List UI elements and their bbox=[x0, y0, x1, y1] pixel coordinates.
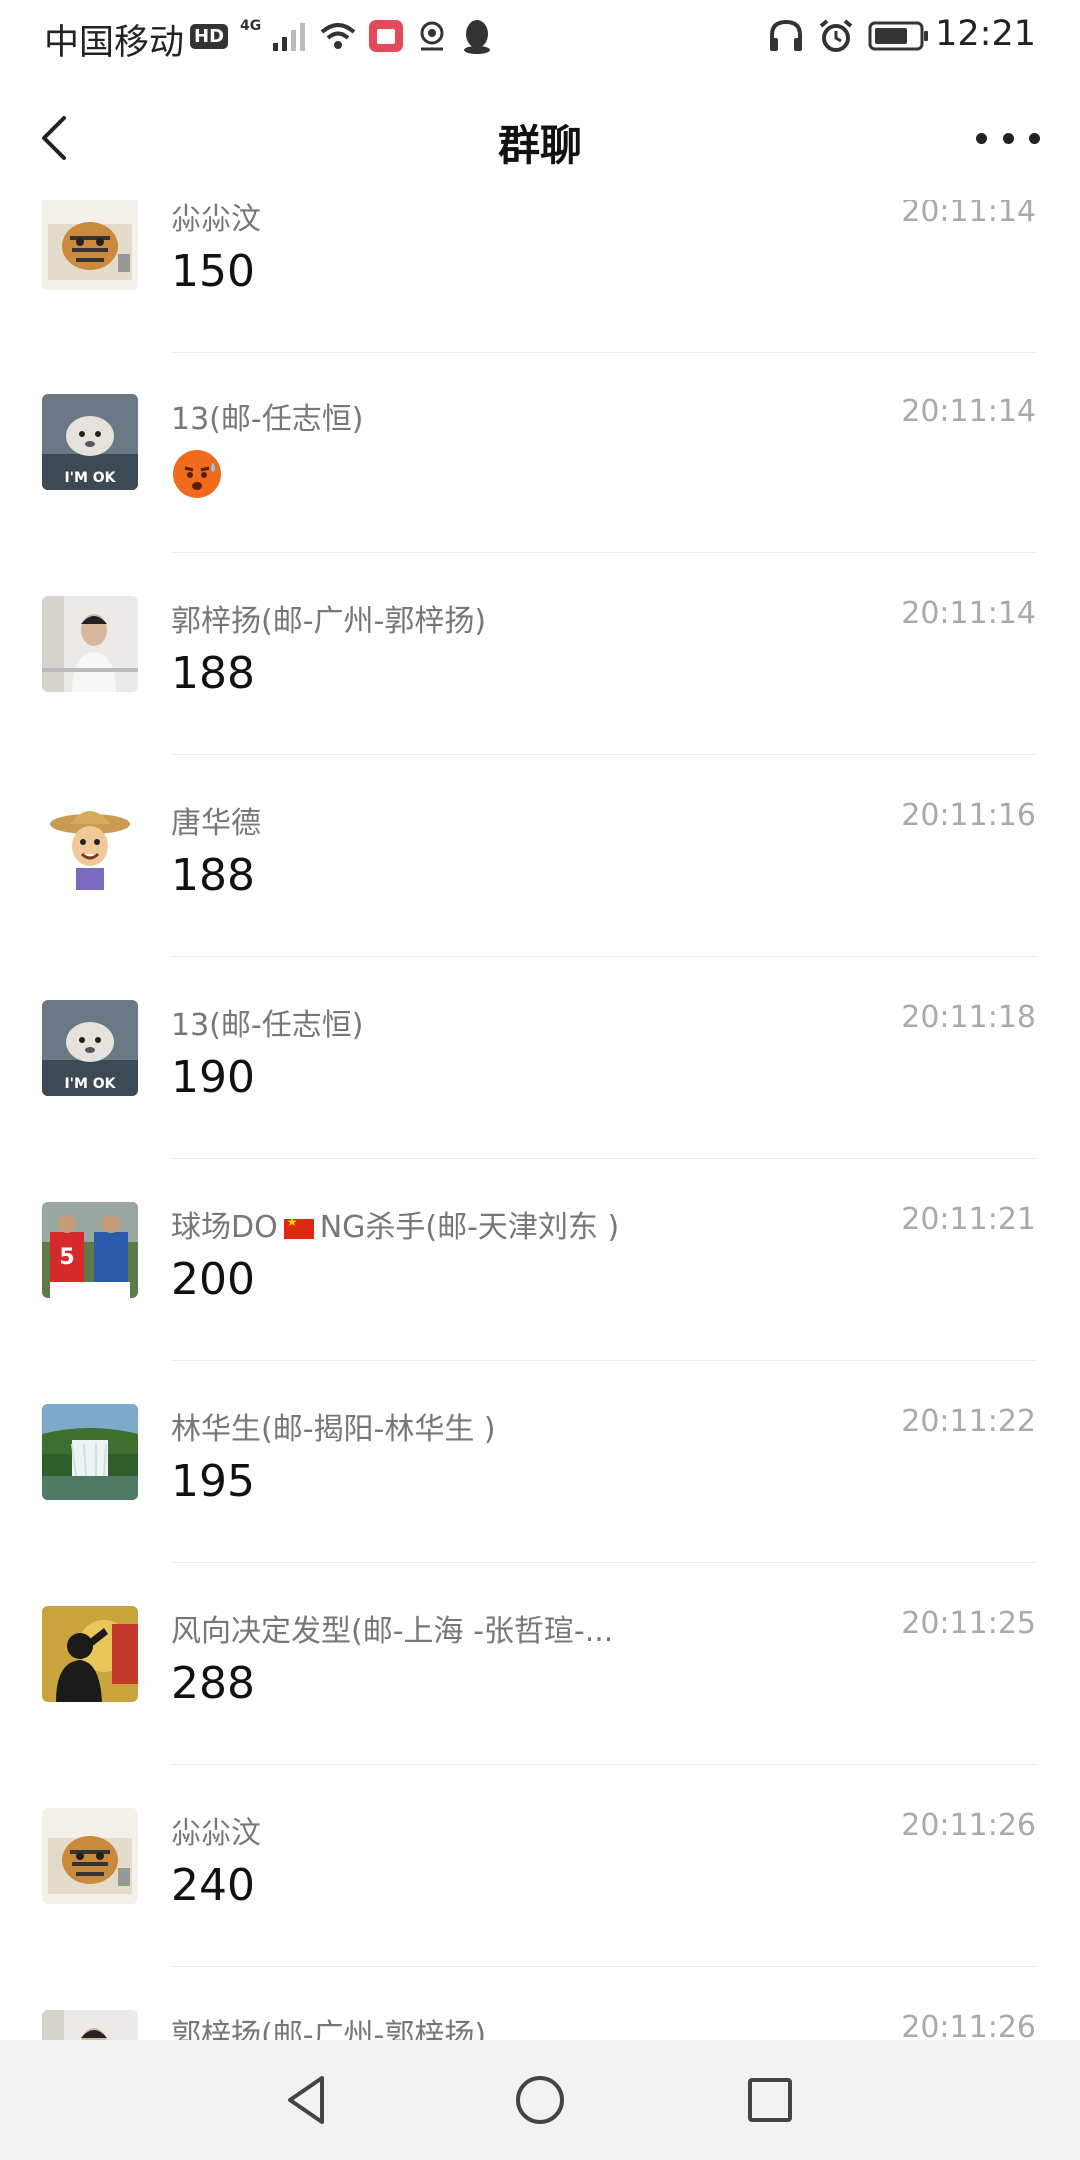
list-item[interactable]: 尛尛汶 20:11:26 240 bbox=[0, 1808, 1080, 2010]
message-text: 150 bbox=[171, 246, 255, 297]
message-time: 20:11:21 bbox=[901, 1202, 1036, 1237]
app-notification-icon bbox=[369, 20, 404, 52]
divider bbox=[171, 1158, 1036, 1159]
sender-name: 尛尛汶 bbox=[171, 202, 261, 237]
message-text: 288 bbox=[171, 1658, 255, 1709]
list-item[interactable]: 郭梓扬(邮-广州-郭梓扬) 20:11:26 bbox=[0, 2010, 1080, 2040]
headphones-icon bbox=[770, 19, 802, 51]
message-text: 195 bbox=[171, 1456, 255, 1507]
sender-name: 郭梓扬(邮-广州-郭梓扬) bbox=[171, 2018, 487, 2040]
tiger-avatar[interactable] bbox=[42, 200, 138, 290]
tiger-avatar[interactable] bbox=[42, 1808, 138, 1904]
sender-name-prefix: 球场DO bbox=[171, 1210, 278, 1245]
list-item[interactable]: 尛尛汶 20:11:14 150 bbox=[0, 200, 1080, 396]
china-flag-icon bbox=[283, 1215, 314, 1239]
clock: 12:21 bbox=[935, 14, 1036, 54]
seal-im-ok-avatar[interactable]: I'M OK bbox=[42, 394, 138, 490]
message-time: 20:11:14 bbox=[901, 596, 1036, 631]
nav-back-triangle-icon[interactable] bbox=[278, 2070, 338, 2130]
divider bbox=[171, 1360, 1036, 1361]
dot-icon bbox=[976, 132, 987, 144]
list-item[interactable]: I'M OK 13(邮-任志恒) 20:11:18 190 bbox=[0, 1000, 1080, 1202]
sweat-emoji-icon bbox=[173, 450, 221, 498]
sender-name-suffix: NG杀手(邮-天津刘东 ) bbox=[319, 1210, 620, 1245]
page-title: 群聊 bbox=[497, 121, 582, 170]
message-time: 20:11:26 bbox=[901, 1808, 1036, 1843]
person-photo-avatar[interactable] bbox=[42, 596, 138, 692]
battery-icon bbox=[868, 21, 928, 51]
list-item[interactable]: 林华生(邮-揭阳-林华生 ) 20:11:22 195 bbox=[0, 1404, 1080, 1606]
soccer-avatar[interactable]: 5 bbox=[42, 1202, 138, 1298]
divider bbox=[171, 1562, 1036, 1563]
message-text: 200 bbox=[171, 1254, 255, 1305]
sender-name: 郭梓扬(邮-广州-郭梓扬) bbox=[171, 604, 487, 639]
person-photo-avatar[interactable] bbox=[42, 2010, 138, 2040]
nav-home-circle-icon[interactable] bbox=[510, 2070, 570, 2130]
status-bar: 中国移动 HD 4G 12:21 bbox=[0, 0, 1080, 74]
chat-header: 群聊 bbox=[0, 74, 1080, 200]
svg-text:5: 5 bbox=[59, 1245, 74, 1270]
divider bbox=[171, 1764, 1036, 1765]
status-icons-left: HD 4G bbox=[190, 16, 493, 56]
list-item[interactable]: 风向决定发型(邮-上海 -张哲瑄-... 20:11:25 288 bbox=[0, 1606, 1080, 1808]
message-text: 190 bbox=[171, 1052, 255, 1103]
divider bbox=[171, 1966, 1036, 1967]
alarm-icon bbox=[819, 19, 853, 52]
divider bbox=[171, 956, 1036, 957]
wifi-icon bbox=[320, 23, 356, 49]
list-item[interactable]: I'M OK 13(邮-任志恒) 20:11:14 bbox=[0, 394, 1080, 596]
sender-name: 球场DO NG杀手(邮-天津刘东 ) bbox=[171, 1202, 619, 1246]
svg-text:I'M OK: I'M OK bbox=[64, 470, 116, 486]
message-text: 188 bbox=[171, 648, 255, 699]
divider bbox=[171, 754, 1036, 755]
message-time: 20:11:18 bbox=[901, 1000, 1036, 1035]
sender-name: 13(邮-任志恒) bbox=[171, 1008, 364, 1043]
message-time: 20:11:14 bbox=[901, 394, 1036, 429]
message-text: 240 bbox=[171, 1860, 255, 1911]
message-text: 188 bbox=[171, 850, 255, 901]
list-item[interactable]: 郭梓扬(邮-广州-郭梓扬) 20:11:14 188 bbox=[0, 596, 1080, 798]
waterfall-avatar[interactable] bbox=[42, 1404, 138, 1500]
seal-im-ok-avatar[interactable]: I'M OK bbox=[42, 1000, 138, 1096]
nav-recents-square-icon[interactable] bbox=[740, 2070, 800, 2130]
message-time: 20:11:16 bbox=[901, 798, 1036, 833]
sender-name: 唐华德 bbox=[171, 806, 261, 841]
message-time: 20:11:14 bbox=[901, 200, 1036, 229]
sender-name: 尛尛汶 bbox=[171, 1816, 261, 1851]
list-item[interactable]: 唐华德 20:11:16 188 bbox=[0, 798, 1080, 1000]
message-list[interactable]: 尛尛汶 20:11:14 150 I'M OK 13(邮-任志恒) 20:11:… bbox=[0, 200, 1080, 2040]
divider bbox=[171, 352, 1036, 353]
message-time: 20:11:22 bbox=[901, 1404, 1036, 1439]
more-options-button[interactable] bbox=[976, 118, 1040, 158]
sender-name: 风向决定发型(邮-上海 -张哲瑄-... bbox=[171, 1614, 614, 1649]
dot-icon bbox=[1029, 132, 1040, 144]
svg-text:I'M OK: I'M OK bbox=[64, 1076, 116, 1092]
list-item[interactable]: 5 球场DO NG杀手(邮-天津刘东 ) 20:11:21 200 bbox=[0, 1202, 1080, 1404]
location-icon bbox=[420, 21, 444, 51]
message-time: 20:11:25 bbox=[901, 1606, 1036, 1641]
message-time: 20:11:26 bbox=[901, 2010, 1036, 2040]
salute-avatar[interactable] bbox=[42, 1606, 138, 1702]
status-icons-right bbox=[768, 16, 930, 56]
dot-icon bbox=[1002, 132, 1014, 144]
sender-name: 13(邮-任志恒) bbox=[171, 402, 364, 437]
network-type: 4G bbox=[240, 18, 262, 34]
carrier-name: 中国移动 bbox=[44, 23, 185, 63]
system-navigation-bar bbox=[0, 2040, 1080, 2160]
signal-icon bbox=[273, 23, 306, 51]
cartoon-hat-avatar[interactable] bbox=[42, 798, 138, 894]
hd-badge: HD bbox=[190, 23, 229, 49]
divider bbox=[171, 552, 1036, 553]
sender-name: 林华生(邮-揭阳-林华生 ) bbox=[171, 1412, 496, 1447]
qq-icon bbox=[464, 20, 491, 54]
